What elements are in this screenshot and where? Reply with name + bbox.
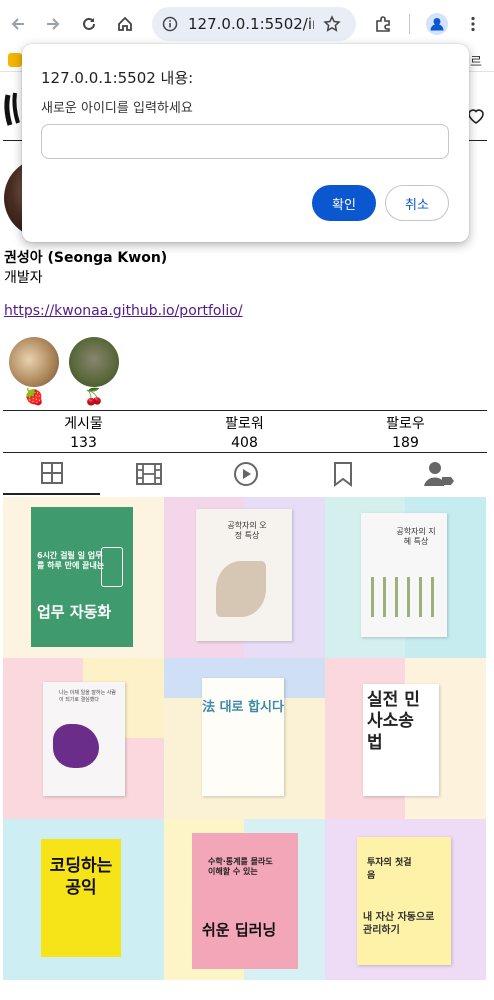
- post-tile[interactable]: 나는 이제 일을 잘하는 사람이 되기로 결심했다: [3, 658, 164, 819]
- reload-icon[interactable]: [77, 12, 101, 36]
- portfolio-link[interactable]: https://kwonaa.github.io/portfolio/: [4, 303, 243, 319]
- home-icon[interactable]: [113, 12, 137, 36]
- book-cover: 실전 민사소송 법: [363, 684, 439, 796]
- logo-icon[interactable]: [2, 89, 22, 129]
- stat-following[interactable]: 팔로우 189: [325, 413, 486, 451]
- extensions-icon[interactable]: [371, 12, 395, 36]
- site-info-icon[interactable]: [162, 16, 178, 32]
- book-cover: 공학자의 오정 특상: [196, 509, 292, 641]
- bookmark-star-icon[interactable]: [323, 15, 341, 33]
- new-id-input[interactable]: [41, 124, 449, 159]
- address-bar[interactable]: 127.0.0.1:5502/ind...: [152, 7, 356, 41]
- play-icon: [233, 462, 258, 486]
- post-tile[interactable]: 法 대로 합시다: [164, 658, 325, 819]
- url-text: 127.0.0.1:5502/ind...: [188, 15, 314, 33]
- saved-bookmark-icon: [333, 462, 352, 487]
- back-icon[interactable]: [6, 12, 30, 36]
- ok-button[interactable]: 확인: [312, 185, 376, 221]
- post-tile[interactable]: 6시간 걸릴 일 업무를 하루 만에 끝내는 업무 자동화: [3, 497, 164, 658]
- forward-icon[interactable]: [41, 12, 65, 36]
- browser-toolbar: 127.0.0.1:5502/ind...: [0, 0, 494, 48]
- cherry-icon: 🍒: [84, 387, 104, 406]
- stat-posts[interactable]: 게시물 133: [3, 413, 164, 451]
- cancel-button[interactable]: 취소: [385, 185, 449, 221]
- menu-icon[interactable]: [461, 12, 485, 36]
- bookmark-favicon-icon[interactable]: [8, 53, 22, 67]
- highlight-cat-1[interactable]: [9, 337, 59, 387]
- heart-icon[interactable]: [466, 106, 486, 126]
- strawberry-icon: 🍓: [24, 387, 44, 406]
- bookmark-label[interactable]: 르: [470, 51, 482, 70]
- tab-saved[interactable]: [294, 453, 391, 495]
- grid-icon: [40, 462, 63, 484]
- dialog-origin: 127.0.0.1:5502 내용:: [41, 69, 194, 87]
- post-tile[interactable]: 투자의 첫걸음 내 자산 자동으로 관리하기: [325, 819, 486, 980]
- post-tile[interactable]: 공학자의 오정 특상: [164, 497, 325, 658]
- reels-film-icon: [135, 463, 162, 485]
- post-tile[interactable]: 공학자의 지혜 특상: [325, 497, 486, 658]
- profile-bio: 개발자: [4, 270, 43, 286]
- book-cover: 코딩하는 공익: [41, 839, 121, 957]
- book-cover: 수학·통계를 몰라도 이해할 수 있는 쉬운 딥러닝: [192, 833, 298, 969]
- book-cover: 투자의 첫걸음 내 자산 자동으로 관리하기: [357, 837, 451, 965]
- dialog-message: 새로운 아이디를 입력하세요: [41, 101, 193, 116]
- book-cover: 法 대로 합시다: [202, 678, 284, 796]
- profile-icon[interactable]: [425, 12, 449, 36]
- tab-tagged[interactable]: [391, 453, 487, 495]
- book-cover: 공학자의 지혜 특상: [361, 513, 447, 637]
- post-tile[interactable]: 코딩하는 공익: [3, 819, 164, 980]
- book-cover: 나는 이제 일을 잘하는 사람이 되기로 결심했다: [43, 682, 125, 796]
- prompt-dialog: 127.0.0.1:5502 내용: 새로운 아이디를 입력하세요 확인 취소: [22, 44, 469, 242]
- tab-reels[interactable]: [100, 453, 197, 495]
- tagged-person-icon: [424, 462, 454, 486]
- stat-followers[interactable]: 팔로워 408: [164, 413, 325, 451]
- book-cover: 6시간 걸릴 일 업무를 하루 만에 끝내는 업무 자동화: [31, 507, 133, 647]
- profile-name: 권성아 (Seonga Kwon): [4, 250, 168, 266]
- post-tile[interactable]: 수학·통계를 몰라도 이해할 수 있는 쉬운 딥러닝: [164, 819, 325, 980]
- post-tile[interactable]: 실전 민사소송 법: [325, 658, 486, 819]
- tab-videos[interactable]: [197, 453, 294, 495]
- highlight-cat-2[interactable]: [69, 337, 119, 387]
- tab-grid[interactable]: [3, 453, 100, 495]
